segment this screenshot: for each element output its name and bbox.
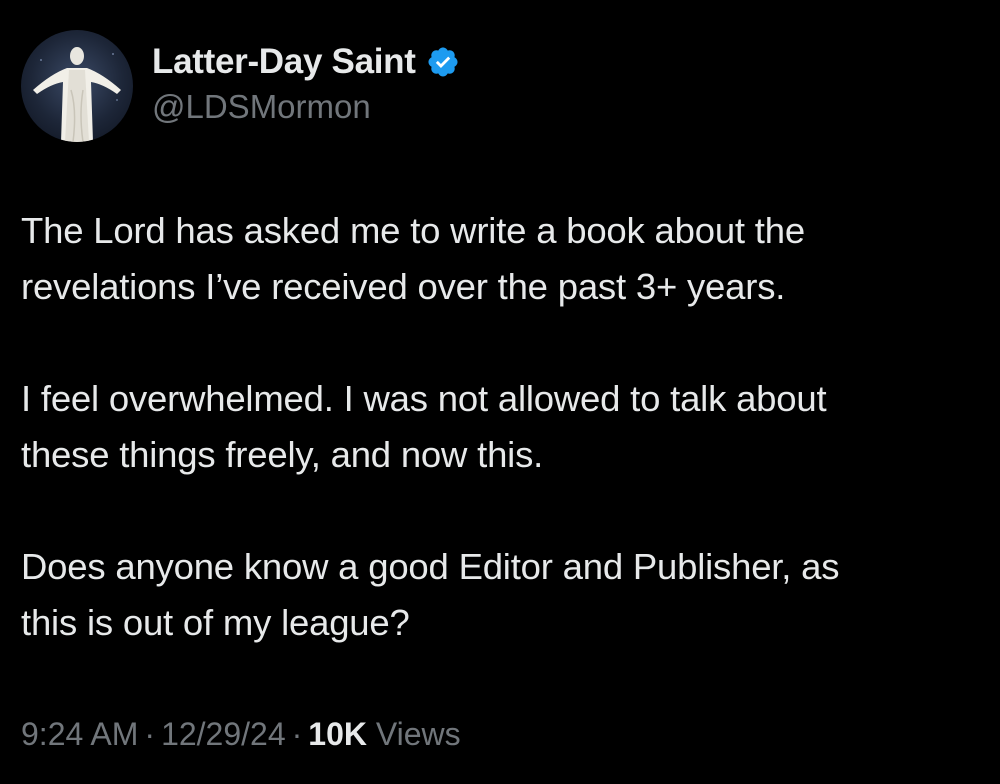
tweet-paragraph: I feel overwhelmed. I was not allowed to… bbox=[21, 378, 827, 475]
tweet-meta: 9:24 AM · 12/29/24 · 10K Views bbox=[21, 716, 461, 753]
tweet-paragraph: The Lord has asked me to write a book ab… bbox=[21, 210, 805, 307]
tweet-card: Latter-Day Saint @LDSMormon The Lord has… bbox=[0, 0, 1000, 784]
statue-icon bbox=[33, 47, 121, 142]
tweet-date[interactable]: 12/29/24 bbox=[161, 716, 286, 752]
meta-separator: · bbox=[291, 716, 303, 752]
meta-separator: · bbox=[144, 716, 156, 752]
author-handle[interactable]: @LDSMormon bbox=[152, 88, 371, 126]
author-display-name[interactable]: Latter-Day Saint bbox=[152, 42, 416, 82]
author-avatar[interactable] bbox=[21, 30, 133, 142]
tweet-paragraph: Does anyone know a good Editor and Publi… bbox=[21, 546, 840, 643]
author-name-row: Latter-Day Saint bbox=[152, 40, 460, 84]
views-label: Views bbox=[375, 716, 461, 752]
tweet-text: The Lord has asked me to write a book ab… bbox=[21, 203, 981, 651]
views-count: 10K bbox=[308, 716, 367, 752]
tweet-time[interactable]: 9:24 AM bbox=[21, 716, 138, 752]
verified-badge-icon[interactable] bbox=[426, 45, 460, 79]
